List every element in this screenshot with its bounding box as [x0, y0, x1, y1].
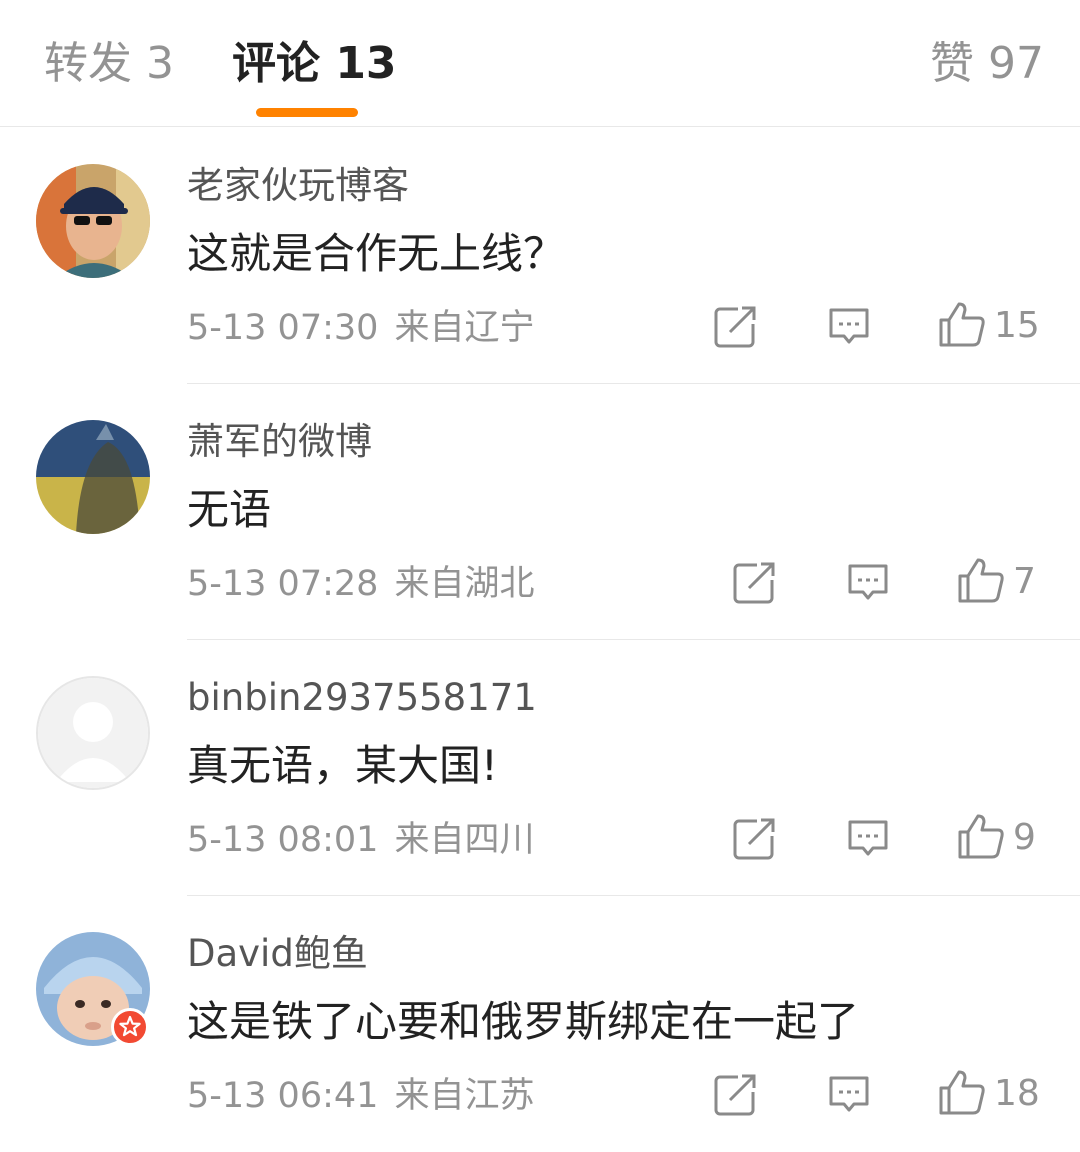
share-icon[interactable] [712, 1072, 758, 1118]
commenter-name[interactable]: binbin2937558171 [187, 674, 537, 722]
star-badge-icon [111, 1008, 149, 1046]
commenter-name[interactable]: 老家伙玩博客 [187, 162, 409, 210]
comment-time: 5-13 07:30 [187, 308, 379, 348]
comment-item: David鲍鱼 这是铁了心要和俄罗斯绑定在一起了 5-13 06:41 来自江苏 … [0, 896, 1080, 1152]
commenter-name[interactable]: David鲍鱼 [187, 930, 368, 978]
comment-region: 来自湖北 [394, 564, 535, 604]
share-icon[interactable] [731, 816, 777, 862]
like-count: 15 [994, 305, 1040, 346]
comment-time: 5-13 07:28 [187, 564, 379, 604]
comment-text: 这就是合作无上线？ [187, 229, 566, 278]
tab-comments[interactable]: 评论 13 [232, 36, 397, 92]
comment-meta: 5-13 06:41 来自江苏 [187, 1074, 534, 1118]
user-avatar[interactable] [36, 420, 150, 534]
comment-time: 5-13 08:01 [187, 820, 379, 860]
comment-text: 无语 [187, 485, 272, 534]
comment-tabs: 转发 3 评论 13 赞 97 [0, 0, 1080, 127]
tab-likes[interactable]: 赞 97 [930, 36, 1044, 92]
comment-bubble-icon[interactable] [826, 1072, 872, 1118]
like-count: 18 [994, 1073, 1040, 1114]
comment-region: 来自辽宁 [394, 308, 535, 348]
comment-time: 5-13 06:41 [187, 1076, 379, 1116]
comment-bubble-icon[interactable] [845, 560, 891, 606]
comment-item: 萧军的微博 无语 5-13 07:28 来自湖北 7 [0, 384, 1080, 640]
comment-region: 来自四川 [394, 820, 535, 860]
comment-meta: 5-13 07:28 来自湖北 [187, 562, 534, 606]
comment-meta: 5-13 08:01 来自四川 [187, 818, 534, 862]
commenter-name[interactable]: 萧军的微博 [187, 418, 372, 466]
user-avatar[interactable] [36, 164, 150, 278]
comment-text: 这是铁了心要和俄罗斯绑定在一起了 [187, 997, 860, 1046]
comment-bubble-icon[interactable] [826, 304, 872, 350]
comment-item: 老家伙玩博客 这就是合作无上线？ 5-13 07:30 来自辽宁 15 [0, 128, 1080, 384]
comment-item: binbin2937558171 真无语，某大国! 5-13 08:01 来自四川… [0, 640, 1080, 896]
comment-bubble-icon[interactable] [845, 816, 891, 862]
thumbs-up-icon [939, 302, 985, 347]
like-button[interactable]: 7 [957, 556, 1036, 608]
like-button[interactable]: 9 [957, 812, 1036, 864]
comment-meta: 5-13 07:30 来自辽宁 [187, 306, 534, 350]
thumbs-up-icon [958, 558, 1004, 603]
like-count: 7 [1013, 561, 1036, 602]
comment-text: 真无语，某大国! [187, 741, 498, 790]
share-icon[interactable] [731, 560, 777, 606]
thumbs-up-icon [939, 1070, 985, 1115]
thumbs-up-icon [958, 814, 1004, 859]
comment-region: 来自江苏 [394, 1076, 535, 1116]
tab-repost[interactable]: 转发 3 [44, 36, 174, 92]
like-count: 9 [1013, 817, 1036, 858]
user-avatar[interactable] [36, 676, 150, 790]
like-button[interactable]: 18 [938, 1068, 1040, 1120]
share-icon[interactable] [712, 304, 758, 350]
like-button[interactable]: 15 [938, 300, 1040, 352]
active-tab-indicator [256, 108, 358, 117]
